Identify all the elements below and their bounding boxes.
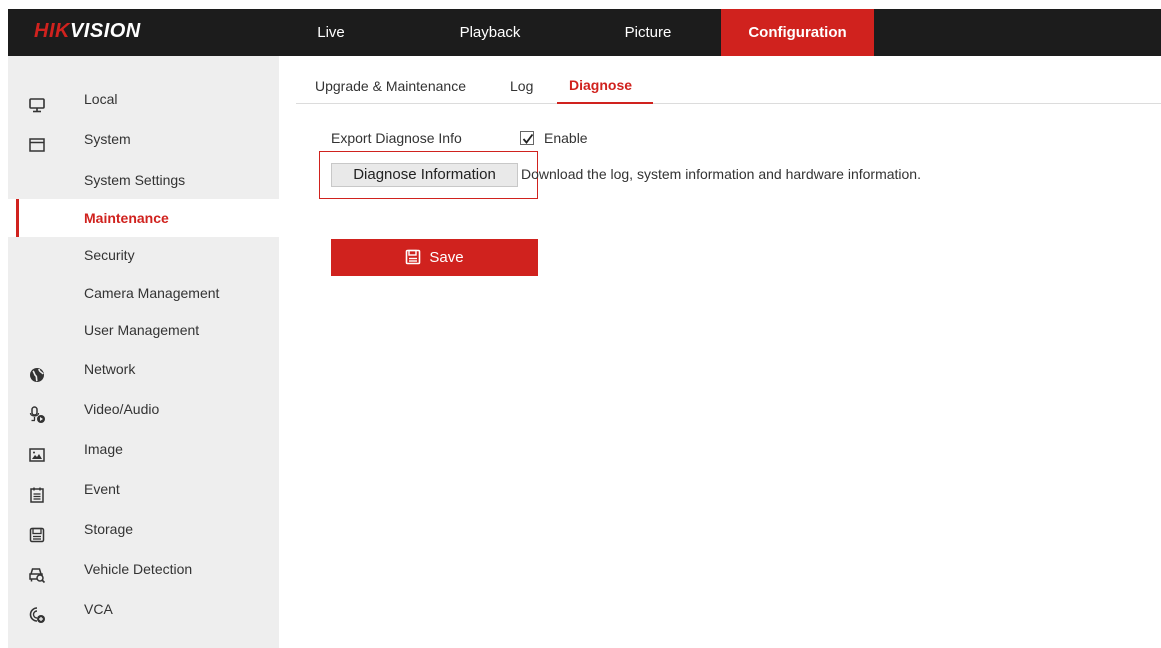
sidebar-item-video-audio[interactable]: Video/Audio (8, 390, 279, 428)
save-button[interactable]: Save (331, 239, 538, 276)
sidebar-item-label: User Management (84, 322, 200, 338)
storage-icon (28, 520, 46, 543)
image-icon (28, 440, 46, 462)
tab-upgrade-maintenance[interactable]: Upgrade & Maintenance (315, 78, 466, 94)
sidebar-item-network[interactable]: Network (8, 350, 279, 388)
globe-icon (28, 360, 46, 382)
calendar-icon (28, 480, 46, 503)
config-tabs: Upgrade & Maintenance Log Diagnose (296, 64, 1161, 104)
logo-suffix: VISION (69, 20, 141, 42)
sidebar-item-image[interactable]: Image (8, 430, 279, 468)
sidebar-item-label: Maintenance (84, 210, 169, 226)
diagnose-information-button[interactable]: Diagnose Information (331, 163, 518, 187)
sidebar-item-label: Local (84, 91, 118, 107)
sidebar-item-security[interactable]: Security (8, 236, 279, 274)
tab-diagnose[interactable]: Diagnose (569, 77, 632, 93)
sidebar-item-label: System (84, 131, 131, 147)
export-diagnose-info-label: Export Diagnose Info (331, 130, 462, 146)
top-navigation-bar: HIKVISION Live View Playback Picture Con… (8, 9, 1161, 88)
sidebar: Local System System Settings Maintenance… (8, 56, 279, 648)
sidebar-item-label: VCA (84, 601, 113, 617)
sidebar-item-vca[interactable]: VCA (8, 590, 279, 628)
sidebar-item-label: Event (84, 481, 120, 497)
nav-playback[interactable]: Playback (448, 9, 532, 56)
sidebar-item-label: Vehicle Detection (84, 561, 193, 577)
sidebar-item-label: Security (84, 247, 135, 263)
sidebar-item-label: Video/Audio (84, 401, 160, 417)
microphone-icon (28, 400, 46, 423)
system-window-icon (28, 130, 46, 152)
sidebar-item-label: Image (84, 441, 123, 457)
sidebar-item-local[interactable]: Local (8, 80, 279, 118)
active-tab-underline (557, 102, 653, 104)
sidebar-item-label: Storage (84, 521, 134, 537)
floppy-disk-icon (406, 249, 421, 265)
sidebar-item-maintenance[interactable]: Maintenance (8, 199, 279, 237)
tab-log[interactable]: Log (510, 78, 533, 94)
logo-prefix: HIK (34, 20, 70, 42)
sidebar-item-label: System Settings (84, 172, 186, 188)
monitor-icon (28, 90, 46, 113)
enable-label: Enable (544, 130, 588, 146)
sidebar-item-vehicle-detection[interactable]: Vehicle Detection (8, 550, 279, 588)
sidebar-item-label: Camera Management (84, 285, 220, 301)
nav-picture[interactable]: Picture (608, 9, 688, 56)
nav-live-view[interactable]: Live View (300, 9, 362, 88)
save-label: Save (429, 249, 464, 266)
sidebar-item-storage[interactable]: Storage (8, 510, 279, 548)
diagnose-description: Download the log, system information and… (521, 166, 921, 182)
enable-checkbox[interactable] (520, 131, 534, 145)
sidebar-item-system[interactable]: System (8, 120, 279, 158)
sidebar-item-system-settings[interactable]: System Settings (8, 161, 279, 199)
sidebar-item-camera-management[interactable]: Camera Management (8, 274, 279, 312)
sidebar-item-user-management[interactable]: User Management (8, 311, 279, 349)
hikvision-logo: HIKVISION (34, 20, 141, 43)
sidebar-item-label: Network (84, 361, 136, 377)
vehicle-search-icon (28, 560, 46, 584)
vca-icon (28, 600, 46, 623)
sidebar-item-event[interactable]: Event (8, 470, 279, 508)
checkmark-icon (522, 133, 534, 144)
nav-configuration[interactable]: Configuration (721, 9, 874, 56)
active-indicator (16, 199, 19, 237)
